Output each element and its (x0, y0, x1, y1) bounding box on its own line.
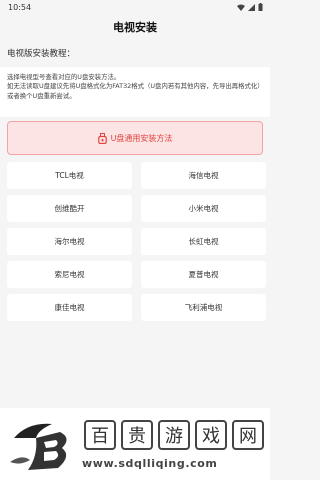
brand-konka-button[interactable]: 康佳电视 (7, 294, 132, 321)
brand-sony-button[interactable]: 索尼电视 (7, 261, 132, 288)
watermark-char: 戏 (195, 420, 227, 450)
instructions-notice: 选择电视型号查看对应的U盘安装方法。 如无法读取U盘建议先将U盘格式化为FAT3… (0, 67, 270, 117)
watermark-logo-icon (10, 423, 67, 470)
brand-tcl-button[interactable]: TCL电视 (7, 162, 132, 189)
watermark-url: www.sdqlliqing.com (82, 457, 218, 470)
status-icons (237, 3, 263, 11)
page-title: 电视安装 (113, 21, 157, 34)
section-title: 电视版安装教程： (7, 49, 76, 59)
brand-skyworth-coocaa-button[interactable]: 创维酷开 (7, 195, 132, 222)
watermark-title: 百 贵 游 戏 网 (84, 420, 264, 450)
status-bar: 10:54 (0, 0, 270, 14)
watermark-char: 网 (232, 420, 264, 450)
brand-hisense-button[interactable]: 海信电视 (141, 162, 266, 189)
site-watermark: 百 贵 游 戏 网 www.sdqlliqing.com (0, 408, 270, 480)
brand-sharp-button[interactable]: 夏普电视 (141, 261, 266, 288)
usb-drive-icon (97, 132, 107, 144)
brand-xiaomi-button[interactable]: 小米电视 (141, 195, 266, 222)
notice-line-2: 如无法读取U盘建议先将U盘格式化为FAT32格式（U盘内若有其他内容，先导出再格… (7, 82, 261, 100)
watermark-char: 百 (84, 420, 116, 450)
watermark-char: 游 (158, 420, 190, 450)
brand-philips-button[interactable]: 飞利浦电视 (141, 294, 266, 321)
battery-icon (258, 3, 263, 11)
notice-line-1: 选择电视型号查看对应的U盘安装方法。 (7, 73, 121, 81)
brand-haier-button[interactable]: 海尔电视 (7, 228, 132, 255)
usb-generic-install-label: U盘通用安装方法 (110, 133, 173, 143)
usb-generic-install-button[interactable]: U盘通用安装方法 (7, 121, 263, 155)
brand-changhong-button[interactable]: 长虹电视 (141, 228, 266, 255)
watermark-char: 贵 (121, 420, 153, 450)
tv-brand-grid: TCL电视 海信电视 创维酷开 小米电视 海尔电视 长虹电视 索尼电视 夏普电视… (7, 162, 266, 321)
signal-icon (248, 3, 255, 11)
title-bar: 电视安装 (0, 14, 270, 40)
status-time: 10:54 (8, 2, 32, 12)
wifi-icon (237, 4, 245, 11)
